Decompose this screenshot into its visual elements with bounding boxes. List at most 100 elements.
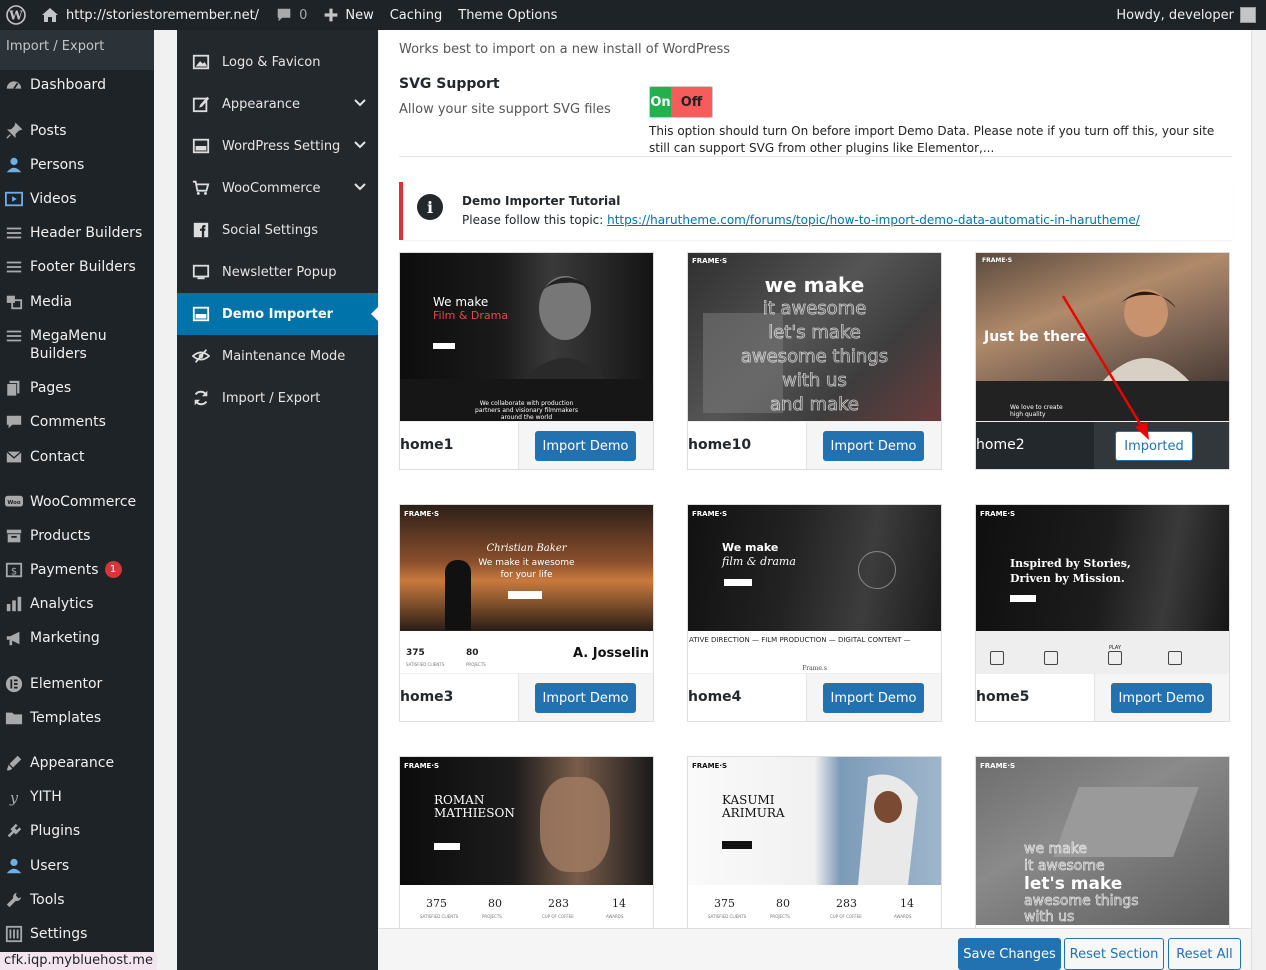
dollar-icon: $ (4, 561, 24, 579)
admin-menu-item-label: Analytics (30, 596, 94, 612)
admin-menu-item-label: Elementor (30, 676, 103, 692)
howdy-text: Howdy, developer (1116, 7, 1234, 23)
admin-menu-item-footer-builders[interactable]: Footer Builders (0, 258, 154, 276)
admin-menu-item-header-builders[interactable]: Header Builders (0, 224, 154, 242)
admin-menu-item-media[interactable]: Media (0, 293, 154, 311)
svg-text:$: $ (11, 567, 17, 578)
admin-menu-item-label: Footer Builders (30, 259, 136, 275)
monitor-icon (191, 262, 211, 282)
window-icon (191, 136, 211, 156)
admin-menu-item-appearance[interactable]: Appearance (0, 754, 154, 772)
theme-options-label: Theme Options (458, 7, 558, 23)
avatar (1240, 7, 1256, 23)
admin-menu-item-label: Comments (30, 414, 106, 430)
folder-icon (4, 709, 24, 727)
comments-link[interactable]: 0 (267, 0, 315, 30)
current-menu-item[interactable]: Import / Export (0, 30, 154, 70)
chevron-down-icon[interactable] (354, 139, 366, 155)
admin-menu-item-templates[interactable]: Templates (0, 709, 154, 727)
admin-menu-item-label: Videos (30, 191, 77, 207)
admin-menu-item-products[interactable]: Products (0, 527, 154, 545)
chart-icon (4, 595, 24, 613)
my-account-link[interactable]: Howdy, developer (1108, 0, 1266, 30)
admin-menu-item-videos[interactable]: Videos (0, 190, 154, 208)
admin-menu-item-label: Marketing (30, 630, 100, 646)
admin-menu-item-analytics[interactable]: Analytics (0, 595, 154, 613)
admin-menu-item-settings[interactable]: Settings (0, 925, 154, 943)
options-nav-label: Import / Export (222, 390, 321, 406)
wrench-icon (4, 891, 24, 909)
admin-menu-item-label: Pages (30, 380, 72, 396)
reset-section-button[interactable]: Reset Section (1064, 938, 1164, 970)
edit-icon (191, 94, 211, 114)
admin-menu: Import / Export Dashboard Posts Persons Vid… (0, 30, 154, 970)
admin-menu-item-label: Templates (30, 710, 102, 726)
new-label: New (345, 7, 374, 23)
admin-menu-item-woocommerce[interactable]: Woo WooCommerce (0, 493, 154, 511)
save-changes-button[interactable]: Save Changes (958, 938, 1061, 970)
admin-menu-item-label: Media (30, 294, 73, 310)
image-icon (191, 52, 211, 72)
page-scrollbar[interactable] (1251, 30, 1266, 970)
admin-menu-item-label: Settings (30, 926, 88, 942)
admin-menu-item-label: Dashboard (30, 77, 106, 93)
user-icon (4, 857, 24, 875)
options-footer: Save Changes Reset Section Reset All (379, 928, 1251, 970)
reset-all-button[interactable]: Reset All (1168, 938, 1241, 970)
options-nav-wordpress-setting[interactable]: WordPress Setting (177, 125, 378, 167)
options-nav-woocommerce[interactable]: WooCommerce (177, 167, 378, 209)
yith-icon: y (4, 788, 24, 806)
admin-menu-item-dashboard[interactable]: Dashboard (0, 76, 154, 94)
wp-logo-button[interactable]: W (0, 0, 32, 30)
theme-options-link[interactable]: Theme Options (450, 0, 565, 30)
admin-menu-item-posts[interactable]: Posts (0, 122, 154, 140)
comment-icon (4, 413, 24, 431)
admin-menu-item-yith[interactable]: y YITH (0, 788, 154, 806)
new-content-link[interactable]: New (315, 0, 381, 30)
plug-icon (4, 822, 24, 840)
admin-menu-item-label: Users (30, 858, 70, 874)
admin-menu-item-marketing[interactable]: Marketing (0, 629, 154, 647)
admin-menu-item-plugins[interactable]: Plugins (0, 822, 154, 840)
site-name-link[interactable]: http://storiestoremember.net/ (32, 0, 267, 30)
options-nav-label: WooCommerce (222, 180, 321, 196)
demo-importer-panel: Works best to import on a new install of… (379, 30, 1251, 928)
admin-menu-item-users[interactable]: Users (0, 857, 154, 875)
admin-menu-item-label-line2: Builders (30, 346, 87, 362)
admin-menu-item-payments[interactable]: $ Payments 1 (0, 561, 154, 579)
refresh-icon (191, 388, 211, 408)
admin-menu-item-comments[interactable]: Comments (0, 413, 154, 431)
options-nav-newsletter-popup[interactable]: Newsletter Popup (177, 251, 378, 293)
chevron-down-icon[interactable] (354, 181, 366, 197)
admin-menu-item-persons[interactable]: Persons (0, 156, 154, 174)
caching-link[interactable]: Caching (382, 0, 451, 30)
media-icon (4, 293, 24, 311)
options-nav-appearance[interactable]: Appearance (177, 83, 378, 125)
options-nav-label: Demo Importer (222, 306, 334, 322)
admin-menu-item-pages[interactable]: Pages (0, 379, 154, 397)
chevron-down-icon[interactable] (354, 97, 366, 113)
options-nav-import-export[interactable]: Import / Export (177, 377, 378, 419)
woo-icon: Woo (4, 493, 24, 511)
admin-menu-item-label: Header Builders (30, 225, 143, 241)
options-nav-demo-importer[interactable]: Demo Importer (177, 293, 379, 335)
plus-icon (324, 8, 338, 22)
settings-icon (4, 925, 24, 943)
admin-menu-item-tools[interactable]: Tools (0, 891, 154, 909)
options-nav-logo-favicon[interactable]: Logo & Favicon (177, 41, 378, 83)
admin-menu-item-label: Appearance (30, 755, 115, 771)
admin-menu-item-elementor[interactable]: Elementor (0, 675, 154, 693)
facebook-icon (191, 220, 211, 240)
menu-icon (4, 258, 24, 276)
admin-menu-item-label: Tools (30, 892, 65, 908)
pin-icon (4, 122, 24, 140)
status-bar-url: cfk.iqp.mybluehost.me (0, 952, 157, 970)
options-nav-label: WordPress Setting (222, 138, 341, 154)
notification-badge: 1 (104, 561, 122, 578)
options-nav-social-settings[interactable]: Social Settings (177, 209, 378, 251)
admin-menu-item-megamenu[interactable]: MegaMenu Builders (0, 327, 154, 363)
options-nav-label: Maintenance Mode (222, 348, 346, 364)
admin-menu-item-contact[interactable]: Contact (0, 448, 154, 466)
options-nav-maintenance-mode[interactable]: Maintenance Mode (177, 335, 378, 377)
user-icon (4, 156, 24, 174)
